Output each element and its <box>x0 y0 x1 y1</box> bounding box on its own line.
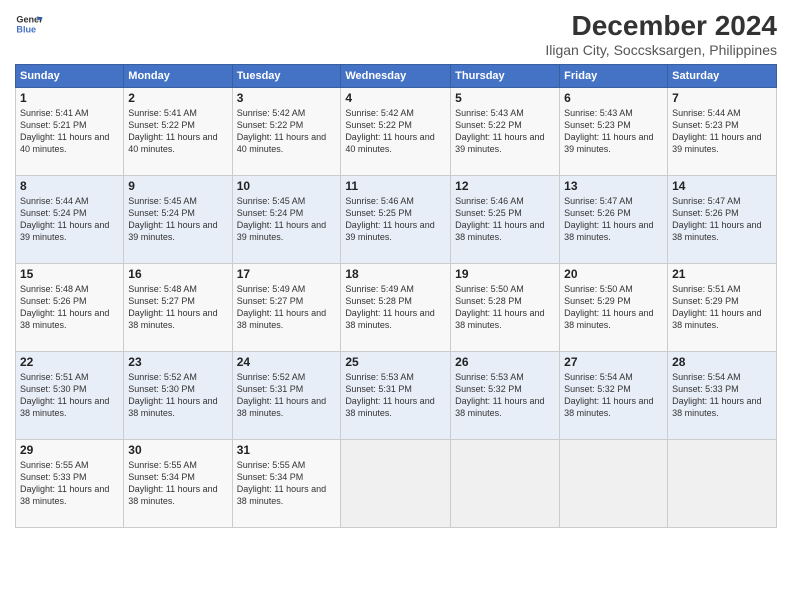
calendar-cell-empty <box>341 440 451 528</box>
calendar-cell-29: 29Sunrise: 5:55 AMSunset: 5:33 PMDayligh… <box>16 440 124 528</box>
calendar-cell-23: 23Sunrise: 5:52 AMSunset: 5:30 PMDayligh… <box>124 352 232 440</box>
calendar-table: Sunday Monday Tuesday Wednesday Thursday… <box>15 64 777 528</box>
calendar-cell-empty <box>451 440 560 528</box>
calendar-cell-24: 24Sunrise: 5:52 AMSunset: 5:31 PMDayligh… <box>232 352 341 440</box>
svg-text:Blue: Blue <box>16 24 36 34</box>
calendar-cell-15: 15Sunrise: 5:48 AMSunset: 5:26 PMDayligh… <box>16 264 124 352</box>
calendar-cell-27: 27Sunrise: 5:54 AMSunset: 5:32 PMDayligh… <box>560 352 668 440</box>
calendar-cell-11: 11Sunrise: 5:46 AMSunset: 5:25 PMDayligh… <box>341 176 451 264</box>
subtitle: Iligan City, Soccsksargen, Philippines <box>545 42 777 58</box>
calendar-cell-8: 8Sunrise: 5:44 AMSunset: 5:24 PMDaylight… <box>16 176 124 264</box>
calendar-cell-18: 18Sunrise: 5:49 AMSunset: 5:28 PMDayligh… <box>341 264 451 352</box>
header-monday: Monday <box>124 65 232 88</box>
calendar-cell-9: 9Sunrise: 5:45 AMSunset: 5:24 PMDaylight… <box>124 176 232 264</box>
calendar-cell-28: 28Sunrise: 5:54 AMSunset: 5:33 PMDayligh… <box>668 352 777 440</box>
calendar-cell-12: 12Sunrise: 5:46 AMSunset: 5:25 PMDayligh… <box>451 176 560 264</box>
header-friday: Friday <box>560 65 668 88</box>
calendar-cell-1: 1Sunrise: 5:41 AMSunset: 5:21 PMDaylight… <box>16 88 124 176</box>
header-tuesday: Tuesday <box>232 65 341 88</box>
calendar-cell-3: 3Sunrise: 5:42 AMSunset: 5:22 PMDaylight… <box>232 88 341 176</box>
calendar-cell-7: 7Sunrise: 5:44 AMSunset: 5:23 PMDaylight… <box>668 88 777 176</box>
calendar-cell-19: 19Sunrise: 5:50 AMSunset: 5:28 PMDayligh… <box>451 264 560 352</box>
calendar-cell-2: 2Sunrise: 5:41 AMSunset: 5:22 PMDaylight… <box>124 88 232 176</box>
header-saturday: Saturday <box>668 65 777 88</box>
header-sunday: Sunday <box>16 65 124 88</box>
calendar-cell-14: 14Sunrise: 5:47 AMSunset: 5:26 PMDayligh… <box>668 176 777 264</box>
page: General Blue December 2024 Iligan City, … <box>0 0 792 612</box>
calendar-cell-10: 10Sunrise: 5:45 AMSunset: 5:24 PMDayligh… <box>232 176 341 264</box>
calendar-cell-13: 13Sunrise: 5:47 AMSunset: 5:26 PMDayligh… <box>560 176 668 264</box>
calendar-cell-empty <box>560 440 668 528</box>
header-wednesday: Wednesday <box>341 65 451 88</box>
calendar-cell-16: 16Sunrise: 5:48 AMSunset: 5:27 PMDayligh… <box>124 264 232 352</box>
logo: General Blue <box>15 10 43 38</box>
calendar-cell-26: 26Sunrise: 5:53 AMSunset: 5:32 PMDayligh… <box>451 352 560 440</box>
calendar-cell-21: 21Sunrise: 5:51 AMSunset: 5:29 PMDayligh… <box>668 264 777 352</box>
calendar-cell-22: 22Sunrise: 5:51 AMSunset: 5:30 PMDayligh… <box>16 352 124 440</box>
logo-icon: General Blue <box>15 10 43 38</box>
calendar-cell-empty <box>668 440 777 528</box>
main-title: December 2024 <box>545 10 777 42</box>
header: General Blue December 2024 Iligan City, … <box>15 10 777 58</box>
calendar-cell-20: 20Sunrise: 5:50 AMSunset: 5:29 PMDayligh… <box>560 264 668 352</box>
calendar-cell-17: 17Sunrise: 5:49 AMSunset: 5:27 PMDayligh… <box>232 264 341 352</box>
title-block: December 2024 Iligan City, Soccsksargen,… <box>545 10 777 58</box>
calendar-header-row: Sunday Monday Tuesday Wednesday Thursday… <box>16 65 777 88</box>
calendar-cell-6: 6Sunrise: 5:43 AMSunset: 5:23 PMDaylight… <box>560 88 668 176</box>
calendar-cell-5: 5Sunrise: 5:43 AMSunset: 5:22 PMDaylight… <box>451 88 560 176</box>
calendar-cell-25: 25Sunrise: 5:53 AMSunset: 5:31 PMDayligh… <box>341 352 451 440</box>
calendar-cell-30: 30Sunrise: 5:55 AMSunset: 5:34 PMDayligh… <box>124 440 232 528</box>
calendar-cell-4: 4Sunrise: 5:42 AMSunset: 5:22 PMDaylight… <box>341 88 451 176</box>
header-thursday: Thursday <box>451 65 560 88</box>
calendar-cell-31: 31Sunrise: 5:55 AMSunset: 5:34 PMDayligh… <box>232 440 341 528</box>
